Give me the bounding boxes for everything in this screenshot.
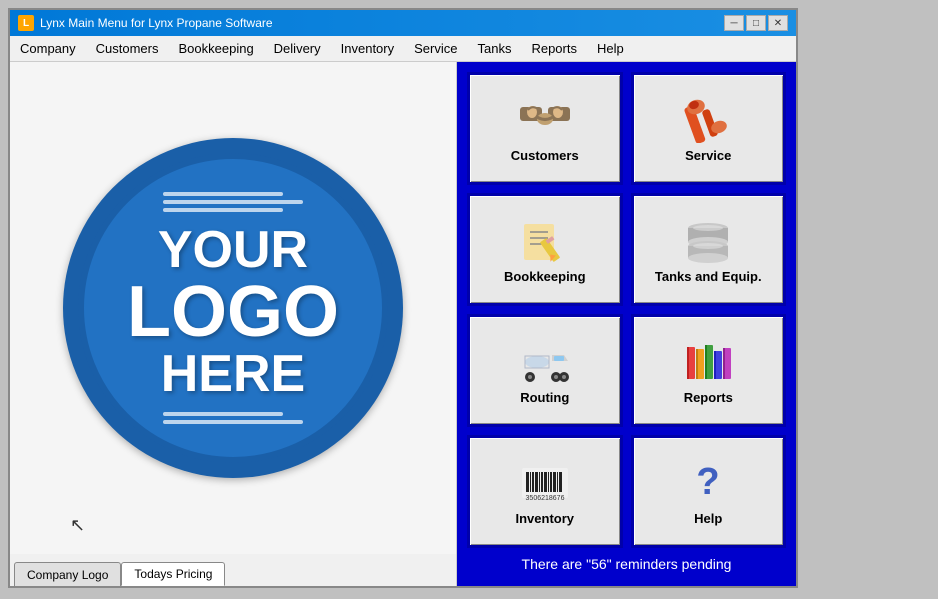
customers-icon [518,96,572,144]
svg-text:?: ? [697,461,720,503]
service-label: Service [685,148,731,163]
logo-text: YOUR LOGO HERE [127,224,339,400]
menu-delivery[interactable]: Delivery [264,36,331,61]
routing-label: Routing [520,390,569,405]
service-icon [681,96,735,144]
minimize-button[interactable]: ─ [724,15,744,31]
maximize-button[interactable]: □ [746,15,766,31]
cursor-icon: ↖ [70,515,85,535]
customers-label: Customers [511,148,579,163]
main-window: L Lynx Main Menu for Lynx Propane Softwa… [8,8,798,588]
svg-text:3506218676: 3506218676 [525,495,564,502]
tile-reports[interactable]: Reports [631,314,787,427]
logo-text-logo: LOGO [127,276,339,348]
left-panel: YOUR LOGO HERE ↖ Company Logo [10,62,457,586]
menu-company[interactable]: Company [10,36,86,61]
menu-bookkeeping[interactable]: Bookkeeping [169,36,264,61]
window-title: Lynx Main Menu for Lynx Propane Software [40,16,273,30]
logo-line-1 [163,192,283,196]
help-icon: ? [681,459,735,507]
title-buttons: ─ □ ✕ [724,15,788,31]
title-bar: L Lynx Main Menu for Lynx Propane Softwa… [10,10,796,36]
menu-customers[interactable]: Customers [86,36,169,61]
right-panel: Customers Service [457,62,796,586]
logo-lines-top [163,192,303,212]
tile-bookkeeping[interactable]: Bookkeeping [467,193,623,306]
menu-service[interactable]: Service [404,36,467,61]
logo-line-b2 [163,420,303,424]
help-label: Help [694,511,722,526]
tanks-icon [681,217,735,265]
logo-line-3 [163,208,283,212]
main-content: YOUR LOGO HERE ↖ Company Logo [10,62,796,586]
tile-service[interactable]: Service [631,72,787,185]
menu-inventory[interactable]: Inventory [331,36,404,61]
tile-routing[interactable]: Routing [467,314,623,427]
logo-text-here: HERE [127,348,339,400]
routing-icon [518,338,572,386]
bookkeeping-icon [518,217,572,265]
reports-label: Reports [684,390,733,405]
close-button[interactable]: ✕ [768,15,788,31]
title-bar-left: L Lynx Main Menu for Lynx Propane Softwa… [18,15,273,31]
inventory-label: Inventory [515,511,574,526]
tile-help[interactable]: ? Help [631,435,787,548]
menu-bar: Company Customers Bookkeeping Delivery I… [10,36,796,62]
menu-tanks[interactable]: Tanks [467,36,521,61]
tile-customers[interactable]: Customers [467,72,623,185]
logo-circle-inner: YOUR LOGO HERE [78,153,388,463]
tile-tanks[interactable]: Tanks and Equip. [631,193,787,306]
cursor-area: ↖ [70,515,85,536]
bottom-tabs: Company Logo Todays Pricing [10,554,456,586]
logo-area: YOUR LOGO HERE [10,62,456,554]
tile-inventory[interactable]: 3506218676 Inventory [467,435,623,548]
logo-line-b1 [163,412,283,416]
menu-help[interactable]: Help [587,36,634,61]
menu-reports[interactable]: Reports [521,36,587,61]
bookkeeping-label: Bookkeeping [504,269,586,284]
tab-todays-pricing[interactable]: Todays Pricing [121,562,225,586]
logo-lines-bottom [163,412,303,424]
logo-text-your: YOUR [127,224,339,276]
tab-company-logo[interactable]: Company Logo [14,562,121,586]
app-icon: L [18,15,34,31]
logo-circle-outer: YOUR LOGO HERE [63,138,403,478]
inventory-icon: 3506218676 [518,459,572,507]
menu-grid: Customers Service [467,72,786,548]
reports-icon [681,338,735,386]
reminder-text: There are "56" reminders pending [467,548,786,576]
logo-line-2 [163,200,303,204]
tanks-label: Tanks and Equip. [655,269,762,284]
